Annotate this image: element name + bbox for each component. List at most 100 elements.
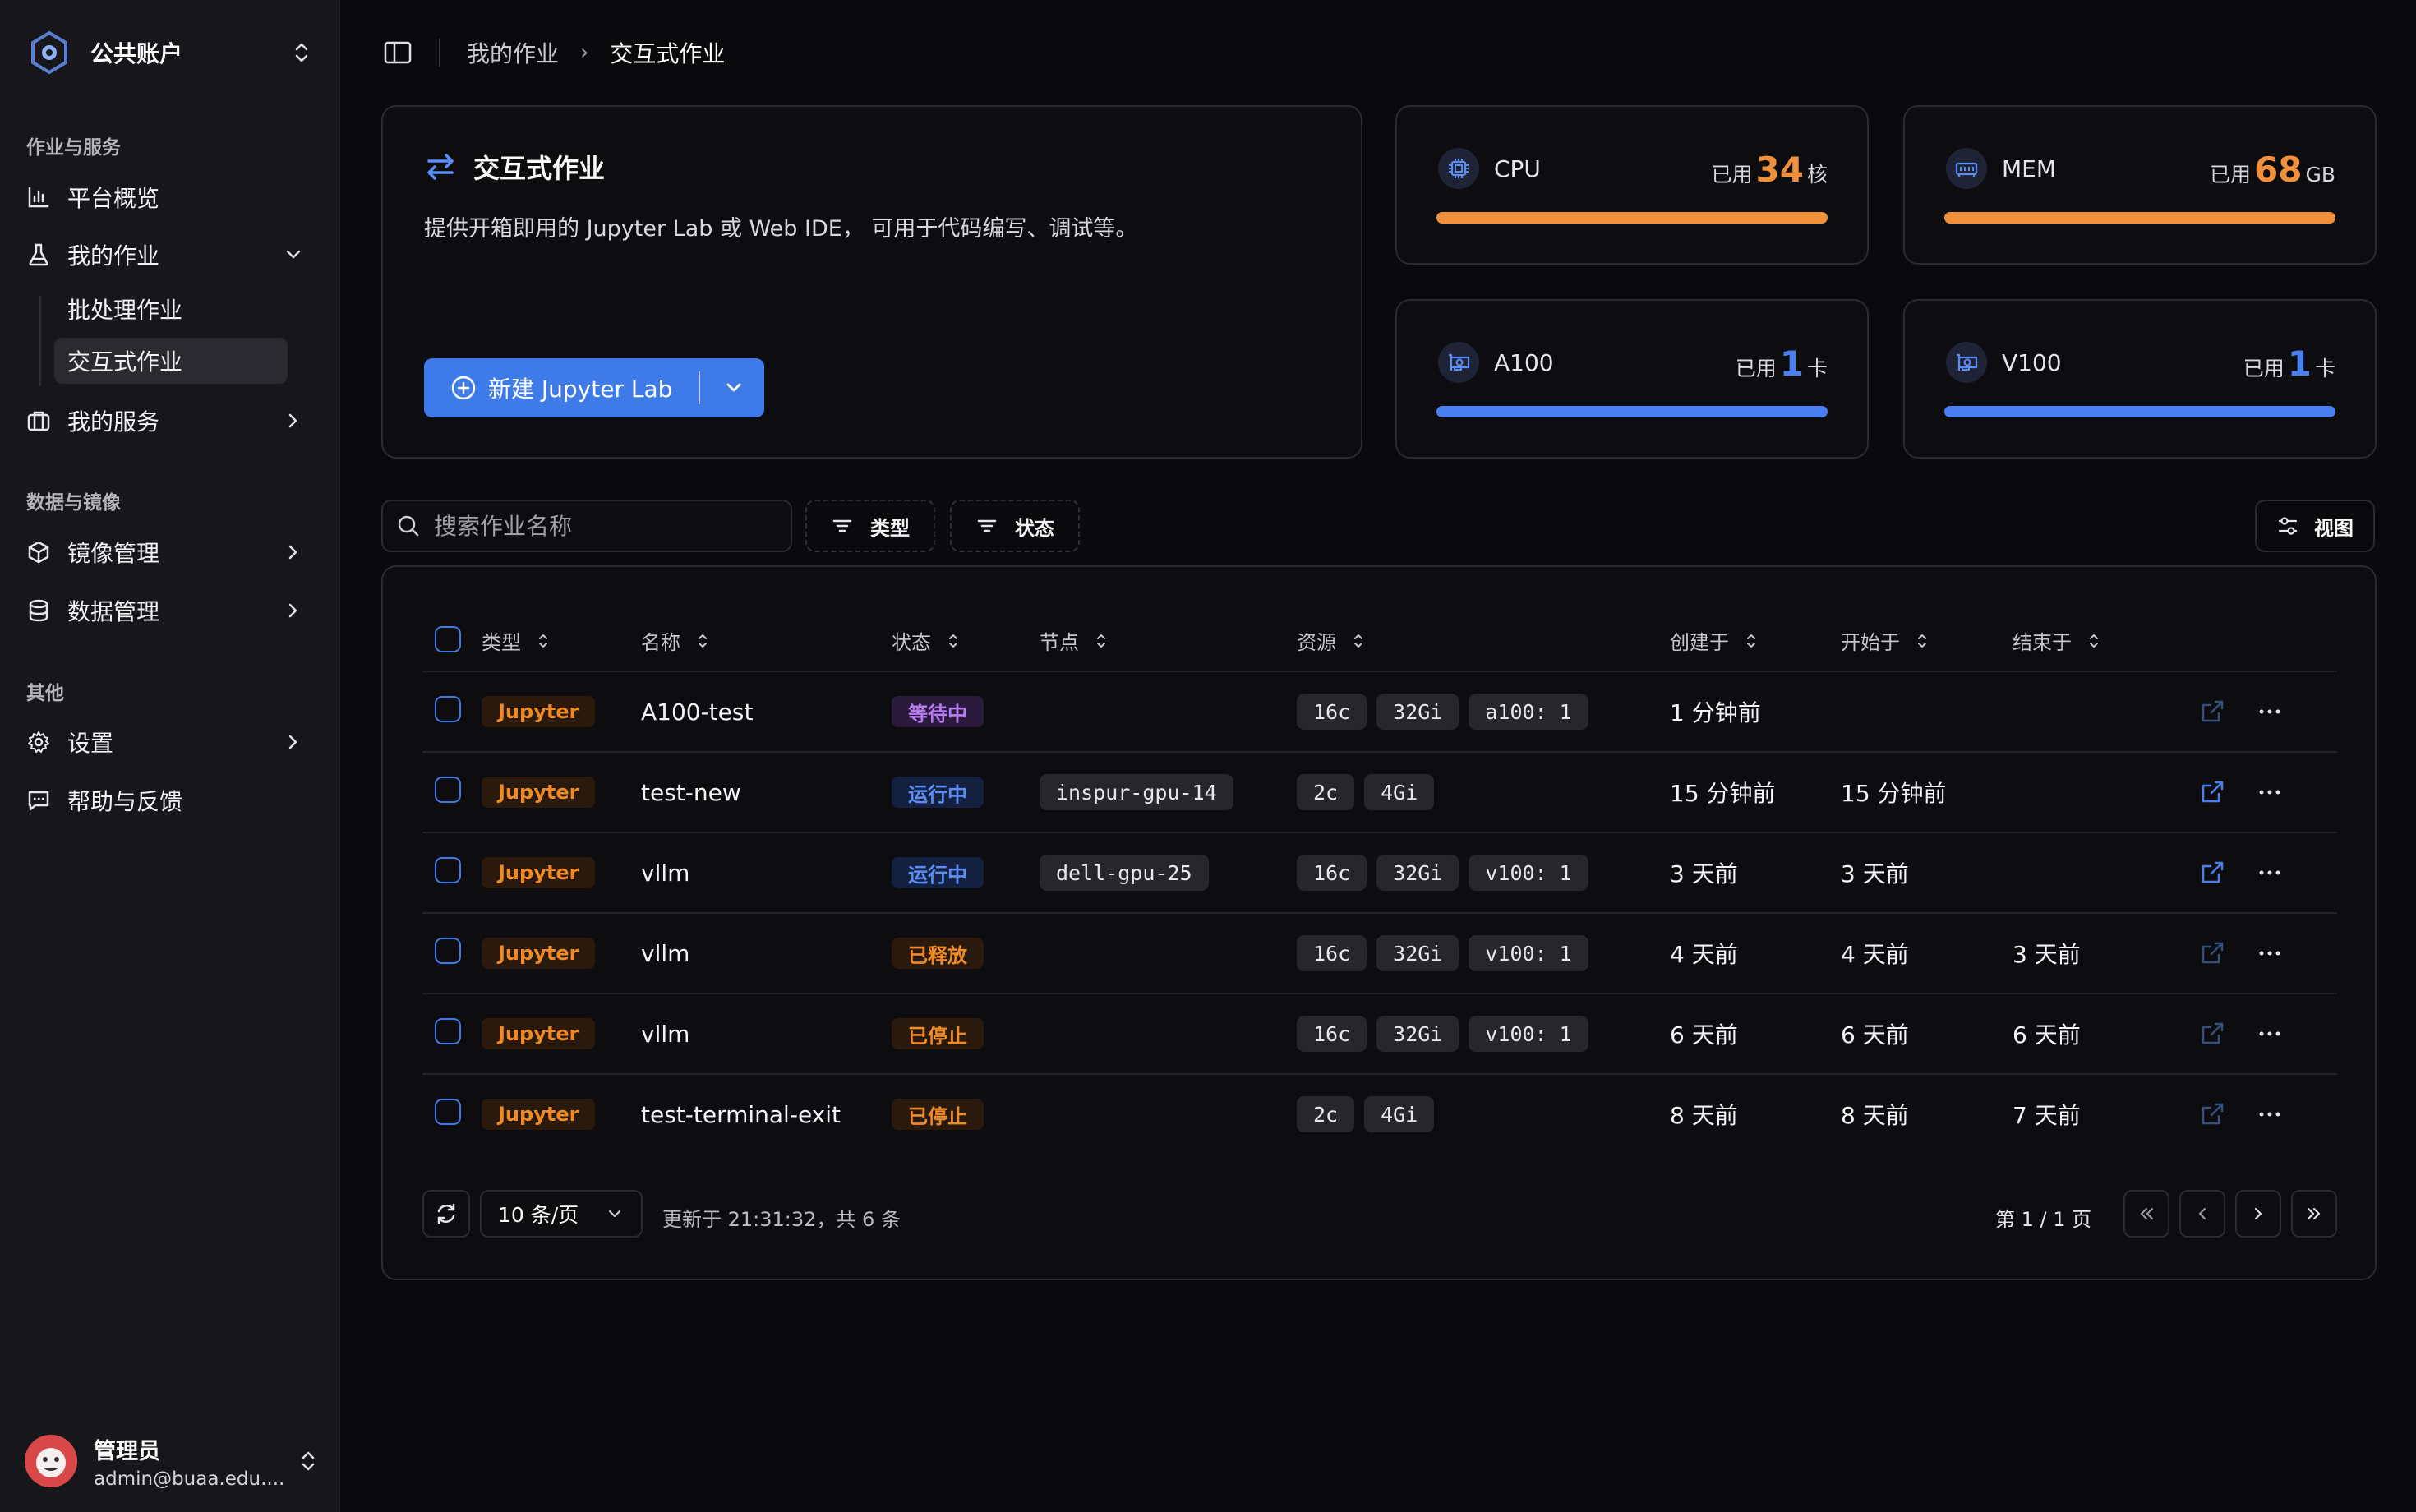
job-type-badge: Jupyter [482,696,596,727]
sidebar-toggle-icon[interactable] [381,36,414,69]
last-page-button[interactable] [2291,1190,2337,1238]
prev-page-button[interactable] [2179,1190,2225,1238]
database-icon [25,597,53,625]
row-checkbox[interactable] [435,1018,461,1044]
sidebar-item-overview[interactable]: 平台概览 [25,174,312,220]
status-badge: 已停止 [892,1018,984,1049]
first-page-button[interactable] [2123,1190,2169,1238]
stat-title: V100 [1946,342,2062,383]
view-options-label: 视图 [2314,516,2354,540]
column-header-type[interactable]: 类型 [482,626,552,655]
breadcrumb-parent[interactable]: 我的作业 [467,36,559,69]
more-options-icon[interactable] [2255,858,2285,887]
column-header-ended[interactable]: 结束于 [2013,626,2103,655]
resource-chips: 16c 32Gi v100: 1 [1297,1016,1598,1052]
sidebar-item-label: 帮助与反馈 [67,788,183,815]
view-options-button[interactable]: 视图 [2255,500,2375,552]
select-all-checkbox[interactable] [435,626,461,652]
jobs-table-card [381,565,2377,1280]
new-jupyter-button[interactable]: 新建 Jupyter Lab [424,358,764,417]
sidebar-item-interactive[interactable]: 交互式作业 [54,338,288,384]
column-header-resources[interactable]: 资源 [1297,626,1367,655]
more-options-icon[interactable] [2255,938,2285,968]
job-name[interactable]: test-terminal-exit [641,1099,841,1130]
column-header-label: 资源 [1297,631,1336,654]
resource-chip: 16c [1297,1016,1367,1052]
external-link-icon[interactable] [2197,777,2227,807]
job-name[interactable]: vllm [641,1018,689,1049]
column-header-started[interactable]: 开始于 [1841,626,1931,655]
page-size-select[interactable]: 10 条/页 [480,1190,643,1238]
job-name[interactable]: vllm [641,938,689,969]
sidebar-item-images[interactable]: 镜像管理 [25,529,312,575]
column-header-label: 创建于 [1670,631,1729,654]
refresh-button[interactable] [422,1190,470,1238]
job-name[interactable]: A100-test [641,696,753,727]
update-status: 更新于 21:31:32，共 6 条 [662,1208,901,1231]
sidebar-item-batch[interactable]: 批处理作业 [54,286,288,332]
more-options-icon[interactable] [2255,697,2285,726]
stat-unit: 卡 [1806,357,1828,380]
sidebar-item-settings[interactable]: 设置 [25,719,312,765]
workspace-switcher[interactable]: 公共账户 [26,28,314,77]
external-link-icon[interactable] [2197,1019,2227,1049]
sort-icon [699,634,707,648]
column-header-node[interactable]: 节点 [1040,626,1110,655]
ended-time: 3 天前 [2013,941,2081,968]
stat-used: 已用 34 核 [1712,150,1828,190]
filter-type-button[interactable]: 类型 [805,500,935,552]
sort-icon [949,634,957,648]
avatar [25,1435,77,1487]
stat-title: MEM [1946,148,2056,189]
cpu-icon [1438,148,1479,189]
row-checkbox[interactable] [435,777,461,803]
stat-unit: 核 [1806,163,1828,187]
search-input[interactable] [434,512,779,540]
job-name[interactable]: test-new [641,777,741,808]
card-title-text: 交互式作业 [473,153,606,184]
sidebar-item-my-services[interactable]: 我的服务 [25,398,312,444]
resource-chip: a100: 1 [1469,694,1588,730]
row-checkbox[interactable] [435,857,461,883]
filter-status-button[interactable]: 状态 [950,500,1080,552]
chevron-down-icon [286,250,301,259]
sidebar-item-help[interactable]: 帮助与反馈 [25,777,312,823]
sidebar-item-my-jobs[interactable]: 我的作业 [25,232,312,278]
external-link-icon[interactable] [2197,1099,2227,1129]
more-options-icon[interactable] [2255,1019,2285,1049]
created-time: 6 天前 [1670,1021,1738,1049]
row-checkbox[interactable] [435,696,461,722]
more-options-icon[interactable] [2255,1099,2285,1129]
chevron-down-icon[interactable] [722,376,746,400]
column-header-status[interactable]: 状态 [892,626,962,655]
row-checkbox[interactable] [435,1099,461,1125]
workspace-name: 公共账户 [90,40,183,67]
user-menu[interactable]: 管理员 admin@buaa.edu.... [25,1428,320,1494]
more-options-icon[interactable] [2255,777,2285,807]
stat-name: MEM [2002,154,2057,182]
job-name[interactable]: vllm [641,857,689,888]
column-header-name[interactable]: 名称 [641,626,712,655]
external-link-icon[interactable] [2197,938,2227,968]
stat-used-prefix: 已用 [1711,163,1753,187]
chevron-right-icon [288,413,297,428]
column-header-label: 状态 [892,631,931,654]
sidebar-item-label: 设置 [67,730,114,757]
filter-icon [977,519,997,532]
node-chip: inspur-gpu-14 [1040,774,1243,810]
created-time: 1 分钟前 [1670,699,1761,726]
briefcase-icon [25,407,53,435]
column-header-created[interactable]: 创建于 [1670,626,1760,655]
status-label: 运行中 [892,777,984,808]
search-box [381,500,792,552]
chevron-right-icon [2254,1207,2262,1220]
external-link-icon[interactable] [2197,858,2227,887]
job-type-badge: Jupyter [482,1099,596,1130]
next-page-button[interactable] [2235,1190,2281,1238]
sidebar-item-data[interactable]: 数据管理 [25,588,312,634]
external-link-icon[interactable] [2197,697,2227,726]
resource-chip: 4Gi [1364,774,1435,810]
plus-circle-icon [451,376,476,400]
status-badge: 等待中 [892,696,984,727]
row-checkbox[interactable] [435,938,461,964]
